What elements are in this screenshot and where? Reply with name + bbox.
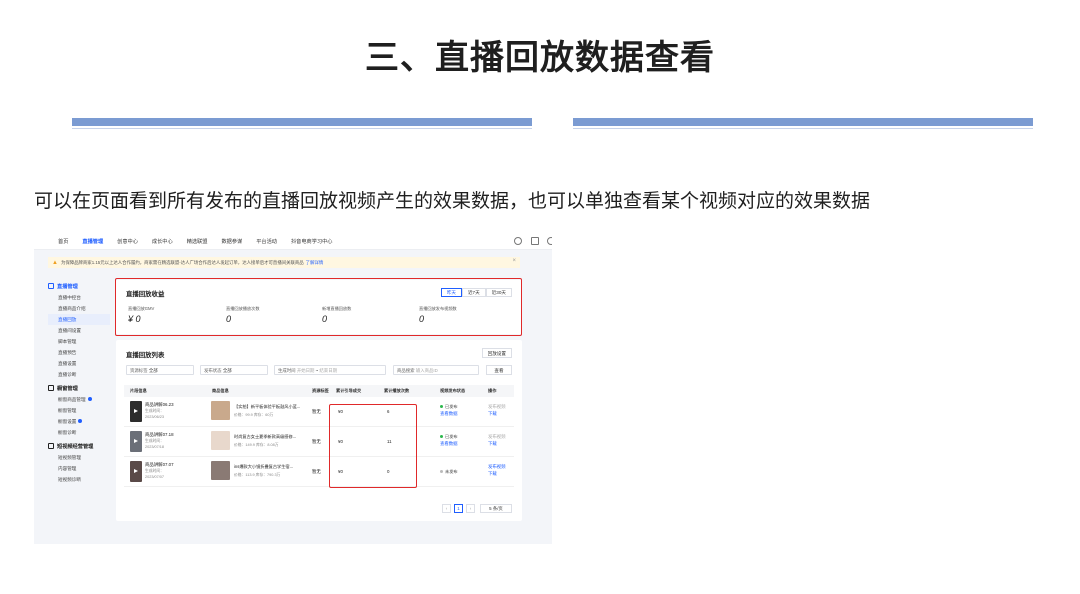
- status-badge: 已发布: [440, 434, 458, 440]
- view-data-link[interactable]: 查看数据: [440, 441, 458, 447]
- video-thumbnail[interactable]: [130, 461, 142, 482]
- nav-alliance[interactable]: 精选联盟: [187, 238, 208, 245]
- top-nav: 首页 直播管理 创意中心 成长中心 精选联盟 数据参谋 平台活动 抖音电商学习中…: [34, 233, 552, 250]
- replay-settings-button[interactable]: 回放设置: [481, 348, 512, 358]
- page-size-select[interactable]: 5 条/页: [480, 504, 512, 513]
- video-thumbnail[interactable]: [130, 431, 142, 452]
- sidebar-item-live-settings[interactable]: 直播设置: [48, 358, 110, 369]
- sidebar-item-window-manage[interactable]: 橱窗管理: [48, 405, 110, 416]
- video-icon: [48, 443, 54, 449]
- notice-bar: ▲ 为保障品牌商家1.15元以上达人合作履约，商家需在精选联盟-达人广场合作后达…: [48, 257, 520, 268]
- live-icon: [48, 283, 54, 289]
- window-icon: [48, 385, 54, 391]
- query-button[interactable]: 查看: [486, 365, 512, 375]
- page-number[interactable]: 1: [454, 504, 463, 513]
- download-link[interactable]: 下载: [488, 441, 497, 447]
- sidebar-item-live-diagnosis[interactable]: 直播诊断: [48, 369, 110, 380]
- nav-home[interactable]: 首页: [58, 238, 68, 245]
- table-row: 商品讲解06.23 生成时间： 2023/06/23 【实拍】新平板体验平板鼓风…: [124, 398, 514, 427]
- product-image: [211, 431, 230, 450]
- sidebar-item-video-diagnosis[interactable]: 短视频诊断: [48, 474, 110, 485]
- list-title: 直播回放列表: [126, 352, 165, 359]
- view-data-link[interactable]: 查看数据: [440, 411, 458, 417]
- message-icon[interactable]: [531, 237, 539, 245]
- new-badge: [78, 419, 83, 423]
- next-page-button[interactable]: ›: [466, 504, 475, 513]
- highlight-overview: [115, 278, 522, 336]
- status-badge: 已发布: [440, 404, 458, 410]
- sidebar-item-content[interactable]: 内容管理: [48, 463, 110, 474]
- close-icon[interactable]: ×: [512, 258, 516, 264]
- notice-text: 为保障品牌商家1.15元以上达人合作履约，商家需在精选联盟-达人广场合作后达人发…: [60, 259, 304, 265]
- sidebar-item-window-diagnosis[interactable]: 橱窗诊断: [48, 427, 110, 438]
- play-icon: [134, 409, 138, 413]
- nav-live[interactable]: 直播管理: [82, 238, 103, 245]
- sidebar-item-product-intro[interactable]: 直播商品介绍: [48, 303, 110, 314]
- table-row: 商品讲解07.18 生成时间： 2023/07/18 时尚复古女士夏季新款高级感…: [124, 428, 514, 457]
- notice-link[interactable]: 了解详情: [306, 260, 324, 266]
- sidebar-item-window-settings[interactable]: 橱窗设置: [48, 416, 110, 427]
- slide-description: 可以在页面看到所有发布的直播回放视频产生的效果数据，也可以单独查看某个视频对应的…: [34, 190, 871, 212]
- nav-activity[interactable]: 平台活动: [256, 238, 277, 245]
- download-link[interactable]: 下载: [488, 471, 497, 477]
- product-image: [211, 461, 230, 480]
- highlight-metrics-columns: [329, 404, 417, 488]
- replay-list-panel: 直播回放列表 回放设置 资源标签 全部 发布状态 全部 生成时间 开始日期 ~ …: [116, 340, 522, 521]
- sidebar: 直播管理 直播中控台 直播商品介绍 直播回放 直播间设置 脚本管理 直播预告 直…: [48, 280, 110, 485]
- dashboard-screenshot: 首页 直播管理 创意中心 成长中心 精选联盟 数据参谋 平台活动 抖音电商学习中…: [34, 233, 552, 544]
- sidebar-item-video-manage[interactable]: 短视频管理: [48, 452, 110, 463]
- divider-right: [573, 118, 1033, 129]
- sidebar-item-preview[interactable]: 直播预告: [48, 347, 110, 358]
- nav-learning[interactable]: 抖音电商学习中心: [291, 238, 333, 245]
- table-row: 商品讲解07.07 生成时间： 2023/07/07 ins爆款大小镜折叠复古学…: [124, 458, 514, 487]
- video-thumbnail[interactable]: [130, 401, 142, 422]
- slide-title: 三、直播回放数据查看: [365, 38, 715, 78]
- sidebar-item-replay[interactable]: 直播回放: [48, 314, 110, 325]
- publish-status-select[interactable]: 发布状态 全部: [200, 365, 268, 375]
- sidebar-group-live[interactable]: 直播管理: [48, 280, 110, 292]
- settings-icon[interactable]: [514, 237, 522, 245]
- nav-growth[interactable]: 成长中心: [152, 238, 173, 245]
- sidebar-item-console[interactable]: 直播中控台: [48, 292, 110, 303]
- product-image: [211, 401, 230, 420]
- publish-video-link[interactable]: 发布视频: [488, 464, 506, 470]
- sidebar-group-video[interactable]: 短视频经营管理: [48, 440, 110, 452]
- play-icon: [134, 469, 138, 473]
- sidebar-item-window-products[interactable]: 橱窗商品管理: [48, 394, 110, 405]
- sidebar-item-room-settings[interactable]: 直播间设置: [48, 325, 110, 336]
- product-search-input[interactable]: 商品搜索 输入商品ID: [393, 365, 479, 375]
- sidebar-group-window[interactable]: 橱窗管理: [48, 382, 110, 394]
- new-badge: [87, 397, 92, 401]
- status-badge: 未发布: [440, 469, 458, 475]
- user-icon[interactable]: [547, 237, 552, 245]
- nav-creative[interactable]: 创意中心: [117, 238, 138, 245]
- source-tag-select[interactable]: 资源标签 全部: [126, 365, 194, 375]
- table-header: 片段信息 商品信息 资源标签 累计引导成交 累计播放次数 视频发布状态 操作: [124, 385, 514, 397]
- sidebar-item-script[interactable]: 脚本管理: [48, 336, 110, 347]
- download-link[interactable]: 下载: [488, 411, 497, 417]
- prev-page-button[interactable]: ‹: [442, 504, 451, 513]
- warning-icon: ▲: [52, 259, 58, 266]
- divider-left: [72, 118, 532, 129]
- publish-video-link[interactable]: 发布视频: [488, 434, 506, 440]
- date-range-picker[interactable]: 生成时间 开始日期 ~ 结束日期: [274, 365, 386, 375]
- nav-data[interactable]: 数据参谋: [221, 238, 242, 245]
- play-icon: [134, 439, 138, 443]
- publish-video-link[interactable]: 发布视频: [488, 404, 506, 410]
